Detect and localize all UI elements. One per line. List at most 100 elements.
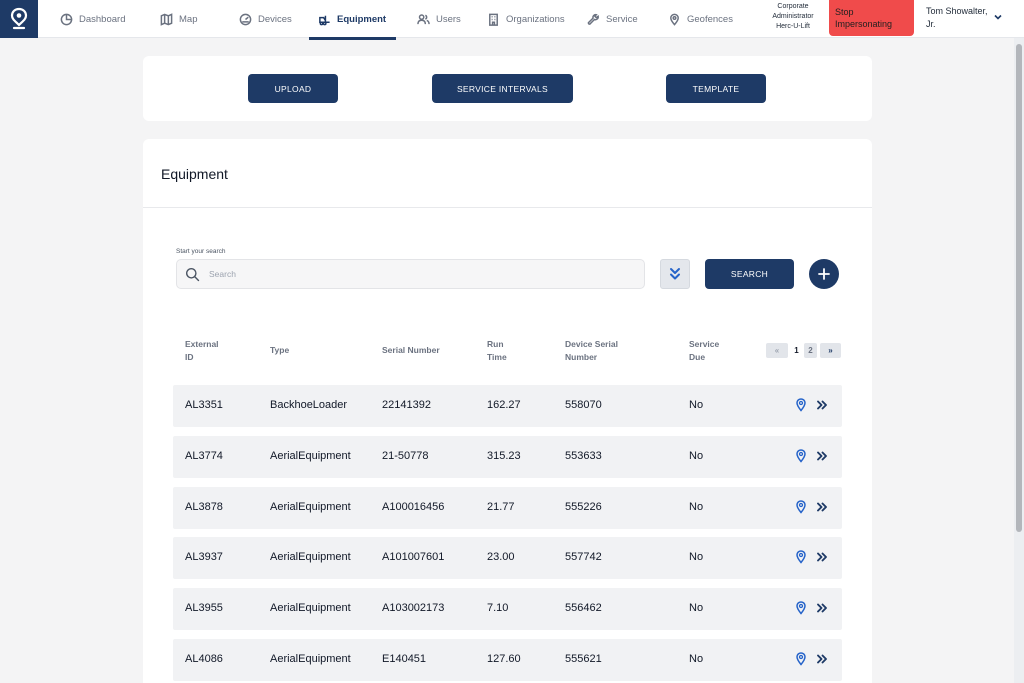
column-header-type[interactable]: Type [270, 344, 289, 357]
nav-organizations-label: Organizations [506, 13, 565, 25]
chevrons-right-icon[interactable] [816, 652, 828, 666]
cell-type: AerialEquipment [270, 551, 351, 564]
equipment-card: Equipment Start your search SEARCH Exter… [143, 139, 872, 683]
nav-service[interactable]: Service [587, 0, 638, 38]
role-line-3: Herc-U-Lift [776, 23, 810, 30]
app-logo[interactable] [0, 0, 38, 38]
search-label: Start your search [176, 248, 226, 255]
location-pin-icon[interactable] [795, 652, 807, 666]
cell-device-serial-number: 553633 [565, 449, 602, 462]
cell-type: AerialEquipment [270, 500, 351, 513]
pagination-last-button[interactable]: » [820, 343, 841, 358]
search-field [176, 259, 645, 289]
table-row[interactable]: AL3955 AerialEquipment A103002173 7.10 55646… [173, 588, 842, 631]
location-pin-icon[interactable] [795, 499, 807, 514]
table-row[interactable]: AL3774 AerialEquipment 21-50778 315.23 55363… [173, 435, 842, 478]
column-header-serial-number[interactable]: Serial Number [382, 344, 440, 357]
cell-type: AerialEquipment [270, 653, 351, 665]
role-line-1: Corporate [777, 3, 809, 10]
active-tab-indicator [309, 37, 396, 40]
chevrons-right-icon[interactable] [816, 449, 828, 463]
cell-external-id: AL3774 [185, 449, 223, 462]
chevrons-right-icon[interactable] [816, 601, 828, 615]
pagination-page-2[interactable]: 2 [804, 343, 817, 358]
nav-dashboard[interactable]: Dashboard [60, 0, 125, 38]
location-pin-icon[interactable] [795, 449, 807, 463]
cell-device-serial-number: 555621 [565, 653, 602, 665]
chevron-down-icon[interactable] [993, 12, 1003, 22]
user-role: Corporate Administrator Herc-U-Lift [762, 2, 824, 32]
nav-devices[interactable]: Devices [239, 0, 292, 38]
cell-serial-number: A101007601 [382, 551, 445, 564]
table-row[interactable]: AL3351 BackhoeLoader 22141392 162.27 558070 N… [173, 385, 842, 427]
page-title: Equipment [161, 166, 228, 182]
chevrons-down-icon [670, 268, 680, 280]
plus-icon [818, 268, 830, 280]
search-icon [186, 268, 200, 282]
pagination-page-1[interactable]: 1 [791, 343, 802, 358]
cell-serial-number: A103002173 [382, 602, 445, 615]
nav-devices-label: Devices [258, 13, 292, 25]
location-pin-icon [670, 13, 679, 26]
upload-button[interactable]: UPLOAD [248, 74, 338, 103]
nav-dashboard-label: Dashboard [79, 13, 126, 25]
nav-geofences-label: Geofences [687, 13, 733, 25]
pie-chart-icon [60, 13, 73, 25]
chevrons-right-icon[interactable] [816, 398, 828, 412]
cell-service-due: No [689, 399, 704, 411]
user-name-line-2: Jr. [926, 19, 936, 29]
page-scrollbar-thumb[interactable] [1016, 44, 1022, 532]
pagination-first-button[interactable]: « [766, 343, 788, 358]
column-header-service-due-line-2: Due [689, 352, 706, 362]
user-menu[interactable]: Tom Showalter, Jr. [926, 5, 998, 31]
cell-serial-number: 21-50778 [382, 449, 429, 462]
nav-users-label: Users [436, 13, 461, 25]
table-row[interactable]: AL3937 AerialEquipment A101007601 23.00 5577… [173, 537, 842, 580]
location-pin-icon[interactable] [795, 601, 807, 615]
users-icon [417, 13, 430, 24]
nav-map[interactable]: Map [160, 0, 197, 38]
cell-external-id: AL3351 [185, 399, 223, 411]
column-header-external-id[interactable]: External ID [185, 338, 219, 364]
stop-impersonating-button[interactable]: Stop Impersonating [829, 0, 914, 36]
location-pin-icon[interactable] [795, 398, 807, 412]
cell-serial-number: A100016456 [382, 500, 445, 513]
cell-run-time: 23.00 [487, 551, 515, 564]
cell-service-due: No [689, 551, 704, 564]
template-button[interactable]: TEMPLATE [666, 74, 766, 103]
nav-equipment[interactable]: Equipment [318, 0, 386, 38]
search-input[interactable] [209, 260, 639, 288]
nav-map-label: Map [179, 13, 198, 25]
map-icon [160, 12, 173, 26]
chevrons-right-icon[interactable] [816, 500, 828, 514]
column-header-run-time[interactable]: Run Time [487, 338, 507, 364]
nav-geofences[interactable]: Geofences [668, 0, 733, 38]
nav-organizations[interactable]: Organizations [487, 0, 565, 38]
cell-serial-number: E140451 [382, 653, 427, 665]
expand-filters-button[interactable] [660, 259, 690, 289]
add-equipment-button[interactable] [809, 259, 839, 289]
cell-serial-number: 22141392 [382, 399, 431, 411]
table-row[interactable]: AL3878 AerialEquipment A100016456 21.77 5552… [173, 486, 842, 529]
column-header-service-due[interactable]: Service Due [689, 338, 719, 364]
service-intervals-button[interactable]: SERVICE INTERVALS [432, 74, 573, 103]
table-row[interactable]: AL4086 AerialEquipment E140451 127.60 555621… [173, 639, 842, 681]
top-nav-bar: Dashboard Map Devices Equipment Users Or… [0, 0, 1024, 40]
location-pin-icon[interactable] [795, 550, 807, 565]
column-header-device-serial-number[interactable]: Device Serial Number [565, 338, 618, 364]
cell-device-serial-number: 557742 [565, 551, 602, 564]
column-header-service-due-line-1: Service [689, 339, 720, 349]
column-header-run-time-line-2: Time [487, 352, 507, 362]
actions-card: UPLOAD SERVICE INTERVALS TEMPLATE [143, 56, 872, 121]
nav-users[interactable]: Users [417, 0, 461, 38]
cell-external-id: AL3937 [185, 551, 223, 564]
column-header-run-time-line-1: Run [487, 339, 504, 349]
cell-external-id: AL4086 [185, 653, 223, 665]
nav-service-label: Service [606, 13, 638, 25]
cell-device-serial-number: 556462 [565, 602, 602, 615]
search-button[interactable]: SEARCH [705, 259, 794, 289]
chevrons-right-icon[interactable] [816, 550, 828, 564]
cell-service-due: No [689, 602, 704, 615]
cell-service-due: No [689, 653, 704, 665]
user-name-line-1: Tom Showalter, [926, 6, 988, 16]
